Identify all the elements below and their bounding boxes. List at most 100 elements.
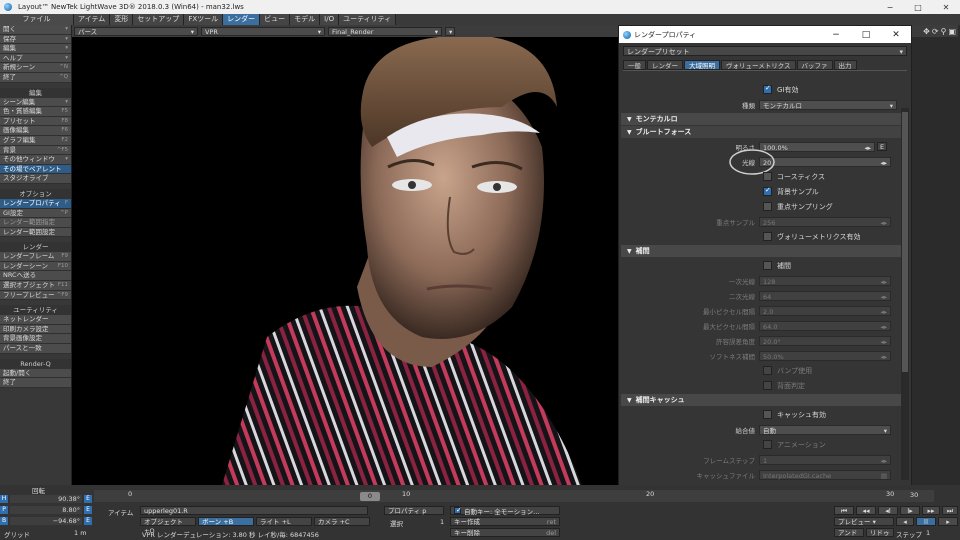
sidebar-item-image-editor[interactable]: 画像編集 F6 <box>0 126 71 136</box>
auto-key-toggle[interactable]: 自動キー: 全モーション… <box>450 506 560 516</box>
volumetrics-enable-row[interactable]: ヴォリューメトリクス有効 <box>621 229 903 244</box>
pitch-value[interactable]: 8.80° <box>10 506 82 514</box>
brightness-envelope-button[interactable]: E <box>877 142 888 151</box>
tab-fx-tools[interactable]: FXツール <box>184 14 224 25</box>
preview-dropdown[interactable]: プレビュー ▾ <box>834 517 894 526</box>
bg-sample-row[interactable]: 背景サンプル <box>621 184 903 199</box>
maximize-button[interactable]: □ <box>904 3 932 12</box>
sidebar-item-region-settings[interactable]: レンダー範囲設定 <box>0 227 71 238</box>
primary-rays-field[interactable]: 128 ◂▸ <box>759 275 891 286</box>
sidebar-item-render-frame[interactable]: レンダーフレーム F9 <box>0 252 71 262</box>
file-menu-header[interactable]: ファイル <box>0 14 74 25</box>
tab-output[interactable]: 出力 <box>833 60 857 70</box>
timeline-end-frame[interactable]: 30 <box>910 491 918 499</box>
animation-checkbox[interactable] <box>763 440 772 449</box>
tab-model[interactable]: モデル <box>290 14 321 25</box>
maximize-icon[interactable]: ▣ <box>948 27 956 36</box>
redo-button[interactable]: リドゥ <box>866 528 894 537</box>
delete-key-button[interactable]: キー削除 del <box>450 528 560 537</box>
zoom-icon[interactable]: ⚲ <box>941 27 947 36</box>
tab-render[interactable]: レンダー <box>223 14 261 25</box>
behind-test-checkbox[interactable] <box>763 381 772 390</box>
tab-io[interactable]: I/O <box>320 14 340 25</box>
angular-tolerance-field[interactable]: 20.0° ◂▸ <box>759 335 891 346</box>
tab-item[interactable]: アイテム <box>74 14 111 25</box>
sidebar-item-save[interactable]: 保存 ▾ <box>0 34 71 45</box>
first-frame-button[interactable]: ⏮ <box>834 506 854 515</box>
cache-enable-checkbox[interactable] <box>763 410 772 419</box>
bank-value[interactable]: −94.68° <box>10 517 82 525</box>
rotate-icon[interactable]: ⟳ <box>932 27 939 36</box>
camera-dropdown[interactable]: Final_Render ▾ <box>328 26 442 36</box>
tab-view[interactable]: ビュー <box>260 14 291 25</box>
scrollbar-thumb[interactable] <box>902 112 908 372</box>
sidebar-item-new-scene[interactable]: 新規シーン ^N <box>0 63 71 73</box>
sidebar-item-quit[interactable]: 終了 ^Q <box>0 72 71 83</box>
cameras-mode-button[interactable]: カメラ +C <box>314 517 370 526</box>
move-icon[interactable]: ✥ <box>923 27 930 36</box>
play-reverse-button[interactable]: ◂ <box>896 517 914 526</box>
properties-button[interactable]: プロパティ p <box>384 506 444 515</box>
play-button[interactable]: ▸ <box>938 517 958 526</box>
sidebar-item-help[interactable]: ヘルプ ▾ <box>0 53 71 64</box>
create-key-button[interactable]: キー作成 ret <box>450 517 560 526</box>
minimize-button[interactable]: − <box>876 3 904 12</box>
sidebar-item-match-perspective[interactable]: パースと一致 <box>0 344 71 354</box>
last-frame-button[interactable]: ⏭ <box>942 506 958 515</box>
view-type-dropdown[interactable]: パース ▾ <box>74 26 198 36</box>
pitch-envelope-button[interactable]: E <box>84 506 92 514</box>
section-cache[interactable]: ▼ 補間キャッシュ <box>621 394 903 406</box>
sidebar-item-free-preview[interactable]: フリープレビュー ^F9 <box>0 290 71 301</box>
heading-envelope-button[interactable]: E <box>84 495 92 503</box>
bones-mode-button[interactable]: ボーン +B <box>198 517 254 526</box>
timeline-current-frame[interactable]: 0 <box>360 492 380 501</box>
rays-field[interactable]: 20 ◂▸ <box>759 156 891 167</box>
sidebar-item-scene-editor[interactable]: シーン編集 ▾ <box>0 97 71 108</box>
use-bump-row[interactable]: バンプ使用 <box>621 363 903 378</box>
section-interpolation[interactable]: ▼ 補間 <box>621 245 903 257</box>
render-mode-dropdown[interactable]: VPR ▾ <box>201 26 325 36</box>
tab-utilities[interactable]: ユーティリティ <box>339 14 397 25</box>
pause-button[interactable]: II <box>916 517 936 526</box>
dialog-minimize-button[interactable]: − <box>821 30 851 40</box>
tab-general[interactable]: 一般 <box>623 60 646 70</box>
volumetrics-checkbox[interactable] <box>763 232 772 241</box>
sidebar-item-gi-settings[interactable]: GI設定 ^P <box>0 208 71 219</box>
next-frame-button[interactable]: I▸ <box>900 506 920 515</box>
tab-volumetrics[interactable]: ヴォリューメトリクス <box>721 60 796 70</box>
gi-enabled-row[interactable]: GI有効 <box>621 82 903 97</box>
sidebar-item-render-scene[interactable]: レンダーシーン F10 <box>0 261 71 272</box>
animation-row[interactable]: アニメーション <box>621 437 903 452</box>
sidebar-item-backdrop[interactable]: 背景 ^F5 <box>0 145 71 156</box>
sidebar-item-limited-region[interactable]: レンダー範囲指定 <box>0 218 71 228</box>
tab-buffers[interactable]: バッファ <box>796 60 833 70</box>
timeline-track[interactable]: 0 10 20 30 <box>94 490 934 502</box>
sidebar-item-open[interactable]: 開く ▾ <box>0 25 71 35</box>
sidebar-item-render-properties[interactable]: レンダープロパティ F <box>0 198 71 209</box>
interpolation-checkbox[interactable] <box>763 261 772 270</box>
dialog-maximize-button[interactable]: □ <box>851 30 881 40</box>
use-bump-checkbox[interactable] <box>763 366 772 375</box>
prev-frame-button[interactable]: ◂I <box>878 506 898 515</box>
dialog-close-button[interactable]: ✕ <box>881 30 911 40</box>
tab-render[interactable]: レンダー <box>647 60 683 70</box>
section-brute-force[interactable]: ▼ ブルートフォース <box>621 126 903 138</box>
caustics-checkbox[interactable] <box>763 172 772 181</box>
sidebar-item-rq-launch[interactable]: 起動/開く <box>0 368 71 379</box>
auto-key-checkbox[interactable] <box>454 506 462 515</box>
secondary-rays-field[interactable]: 64 ◂▸ <box>759 290 891 301</box>
section-monte-carlo[interactable]: ▼ モンテカルロ <box>621 113 903 125</box>
sidebar-item-network-render[interactable]: ネットレンダー <box>0 315 71 325</box>
close-button[interactable]: ✕ <box>932 3 960 12</box>
sidebar-item-render-selected[interactable]: 選択オブジェクト F11 <box>0 281 71 291</box>
sidebar-item-surface-editor[interactable]: 色・質感編集 F5 <box>0 107 71 117</box>
bank-envelope-button[interactable]: E <box>84 517 92 525</box>
gi-type-dropdown[interactable]: モンテカルロ ▾ <box>759 99 897 110</box>
behind-test-row[interactable]: 背面判定 <box>621 378 903 393</box>
prev-key-button[interactable]: ◂◂ <box>856 506 876 515</box>
gi-enabled-checkbox[interactable] <box>763 84 772 94</box>
sidebar-item-studio-live[interactable]: スタジオライブ <box>0 174 71 184</box>
cache-enable-row[interactable]: キャッシュ有効 <box>621 407 903 422</box>
sidebar-item-parent-in-place[interactable]: その場でペアレント <box>0 164 71 175</box>
min-pixel-spacing-field[interactable]: 2.0 ◂▸ <box>759 305 891 316</box>
